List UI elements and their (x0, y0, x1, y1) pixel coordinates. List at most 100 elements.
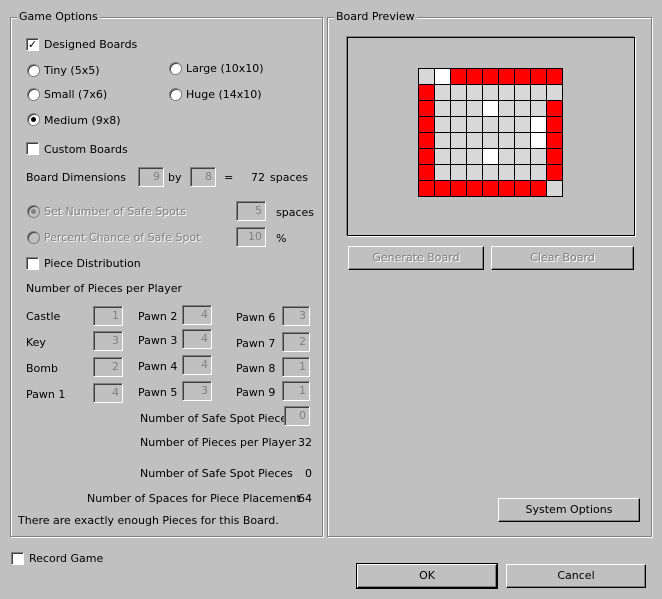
clear-board-label: Clear Board (530, 251, 595, 264)
pieces-per-player-title: Number of Pieces per Player (26, 282, 183, 295)
key-field[interactable]: 3 (93, 331, 123, 351)
percent-safe-radio[interactable] (27, 231, 40, 244)
safe-spots-field[interactable]: 5 (236, 201, 266, 221)
board-cell (435, 101, 450, 116)
board-cell (515, 69, 530, 84)
board-cell (531, 101, 546, 116)
pawn2-field[interactable]: 4 (182, 305, 212, 325)
safe-spot-pieces-field[interactable]: 0 (284, 406, 310, 426)
board-cell (435, 165, 450, 180)
ok-button[interactable]: OK (356, 563, 498, 589)
board-cell (499, 69, 514, 84)
board-cell (547, 85, 562, 100)
board-cell (451, 181, 466, 196)
bomb-field[interactable]: 2 (93, 357, 123, 377)
board-cell (467, 69, 482, 84)
pieces-per-player-summary-label: Number of Pieces per Player (140, 436, 297, 449)
generate-board-button[interactable]: Generate Board (348, 246, 484, 270)
pawn6-field[interactable]: 3 (282, 306, 310, 326)
board-width-field[interactable]: 9 (138, 167, 164, 187)
clear-board-button[interactable]: Clear Board (491, 246, 634, 270)
generate-board-label: Generate Board (372, 251, 460, 264)
board-cell (419, 149, 434, 164)
medium-radio[interactable] (27, 113, 40, 126)
safe-spots-unit: spaces (276, 206, 315, 219)
tiny-radio[interactable] (27, 64, 40, 77)
safe-spot-pieces-input-label: Number of Safe Spot Pieces (140, 412, 293, 425)
board-cell (483, 165, 498, 180)
board-cell (515, 181, 530, 196)
record-game-checkbox[interactable] (11, 552, 24, 565)
board-cell (435, 181, 450, 196)
board-cell (531, 69, 546, 84)
board-cell (467, 181, 482, 196)
board-cell (451, 149, 466, 164)
designed-boards-checkbox[interactable]: ✓ (26, 38, 39, 51)
record-game-label: Record Game (29, 552, 104, 565)
board-cell (499, 181, 514, 196)
board-dimensions-label: Board Dimensions (26, 171, 127, 184)
board-cell (483, 101, 498, 116)
board-cell (419, 133, 434, 148)
board-cell (499, 165, 514, 180)
board-cell (547, 69, 562, 84)
board-cell (531, 181, 546, 196)
huge-radio[interactable] (169, 88, 182, 101)
board-cell (515, 133, 530, 148)
safe-spot-pieces-summary-value: 0 (305, 467, 312, 480)
large-label: Large (10x10) (186, 62, 264, 75)
board-cell (547, 101, 562, 116)
pawn1-field[interactable]: 4 (93, 383, 123, 403)
board-grid (418, 68, 563, 197)
pawn3-label: Pawn 3 (138, 334, 178, 347)
set-safe-spots-radio[interactable] (27, 205, 40, 218)
pawn3-field[interactable]: 4 (182, 329, 212, 349)
custom-boards-label: Custom Boards (44, 143, 128, 156)
board-cell (419, 69, 434, 84)
board-cell (467, 133, 482, 148)
equals-label: = (224, 171, 234, 184)
pawn5-field[interactable]: 3 (182, 381, 212, 401)
percent-safe-field[interactable]: 10 (236, 227, 266, 247)
pawn9-field[interactable]: 1 (282, 381, 310, 401)
board-cell (419, 181, 434, 196)
custom-boards-checkbox[interactable] (26, 142, 39, 155)
board-cell (483, 181, 498, 196)
board-cell (547, 117, 562, 132)
spaces-for-placement-label: Number of Spaces for Piece Placement (87, 492, 301, 505)
pawn8-field[interactable]: 1 (282, 357, 310, 377)
pawn7-field[interactable]: 2 (282, 332, 310, 352)
ok-label: OK (419, 569, 435, 582)
designed-boards-label: Designed Boards (44, 38, 138, 51)
huge-label: Huge (14x10) (186, 88, 262, 101)
castle-field[interactable]: 1 (93, 306, 123, 326)
pawn4-field[interactable]: 4 (182, 355, 212, 375)
board-cell (531, 165, 546, 180)
board-cell (499, 149, 514, 164)
large-radio[interactable] (169, 62, 182, 75)
pawn9-label: Pawn 9 (236, 386, 276, 399)
board-height-field[interactable]: 8 (190, 167, 216, 187)
percent-unit: % (276, 232, 287, 245)
safe-spot-pieces-summary-label: Number of Safe Spot Pieces (140, 467, 293, 480)
board-cell (435, 133, 450, 148)
pawn1-label: Pawn 1 (26, 388, 66, 401)
board-cell (451, 69, 466, 84)
small-radio[interactable] (27, 88, 40, 101)
cancel-button[interactable]: Cancel (506, 564, 646, 588)
board-cell (483, 69, 498, 84)
castle-label: Castle (26, 310, 61, 323)
piece-distribution-checkbox[interactable] (26, 257, 39, 270)
board-cell (515, 165, 530, 180)
piece-distribution-label: Piece Distribution (44, 257, 141, 270)
spaces-count: 72 (251, 171, 265, 184)
set-safe-spots-label: Set Number of Safe Spots (44, 205, 186, 218)
system-options-button[interactable]: System Options (498, 498, 640, 522)
system-options-label: System Options (525, 503, 613, 516)
pawn6-label: Pawn 6 (236, 311, 276, 324)
board-cell (547, 165, 562, 180)
board-cell (531, 117, 546, 132)
board-cell (435, 69, 450, 84)
board-preview-title: Board Preview (334, 10, 417, 24)
board-cell (419, 165, 434, 180)
